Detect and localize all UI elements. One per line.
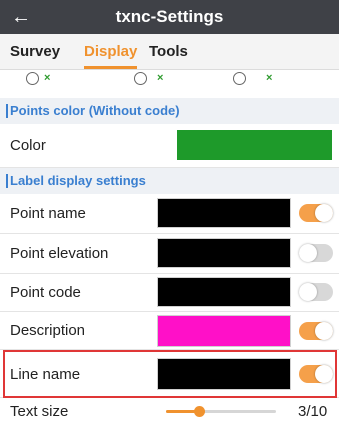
label-row-point-name: Point name [0, 194, 339, 234]
description-color-swatch[interactable] [157, 315, 291, 347]
label-row-point-elevation: Point elevation [0, 234, 339, 274]
title-bar: ← txnc-Settings [0, 0, 339, 34]
section-points-color: Points color (Without code) [0, 98, 339, 124]
label-row-point-code: Point code [0, 274, 339, 312]
tab-survey[interactable]: Survey [10, 34, 60, 70]
slider-thumb[interactable] [194, 406, 205, 417]
tab-tools[interactable]: Tools [149, 34, 188, 70]
description-label: Description [10, 322, 86, 339]
text-size-slider[interactable] [166, 406, 276, 417]
point-code-color-swatch[interactable] [157, 277, 291, 307]
point-elevation-toggle[interactable] [299, 244, 333, 262]
active-tab-indicator [84, 66, 138, 69]
page-title: txnc-Settings [115, 7, 224, 26]
point-elevation-color-swatch[interactable] [157, 238, 291, 268]
highlight-box [3, 350, 337, 398]
text-size-value: 3/10 [298, 403, 328, 420]
radio-option-2[interactable] [134, 72, 147, 85]
section-label-display: Label display settings [0, 168, 339, 194]
toggle-knob [299, 283, 317, 301]
close-icon: × [157, 72, 164, 84]
tab-bar: Survey Display Tools [0, 34, 339, 70]
radio-option-1[interactable] [26, 72, 39, 85]
radio-option-3[interactable] [233, 72, 246, 85]
toggle-knob [315, 322, 333, 340]
close-icon: × [266, 72, 273, 84]
point-name-toggle[interactable] [299, 204, 333, 222]
point-name-color-swatch[interactable] [157, 198, 291, 228]
description-toggle[interactable] [299, 322, 333, 340]
tab-display[interactable]: Display [84, 34, 138, 70]
label-row-description: Description [0, 312, 339, 350]
point-elevation-label: Point elevation [10, 245, 109, 262]
color-label: Color [10, 137, 46, 154]
tab-display-label: Display [84, 43, 138, 60]
toggle-knob [315, 204, 333, 222]
color-row: Color [0, 124, 339, 168]
radio-option-row: × × × [0, 70, 339, 86]
toggle-knob [299, 244, 317, 262]
point-name-label: Point name [10, 205, 86, 222]
point-code-toggle[interactable] [299, 283, 333, 301]
close-icon: × [44, 72, 51, 84]
point-code-label: Point code [10, 284, 81, 301]
text-size-label: Text size [10, 403, 69, 420]
points-color-swatch[interactable] [177, 130, 332, 160]
